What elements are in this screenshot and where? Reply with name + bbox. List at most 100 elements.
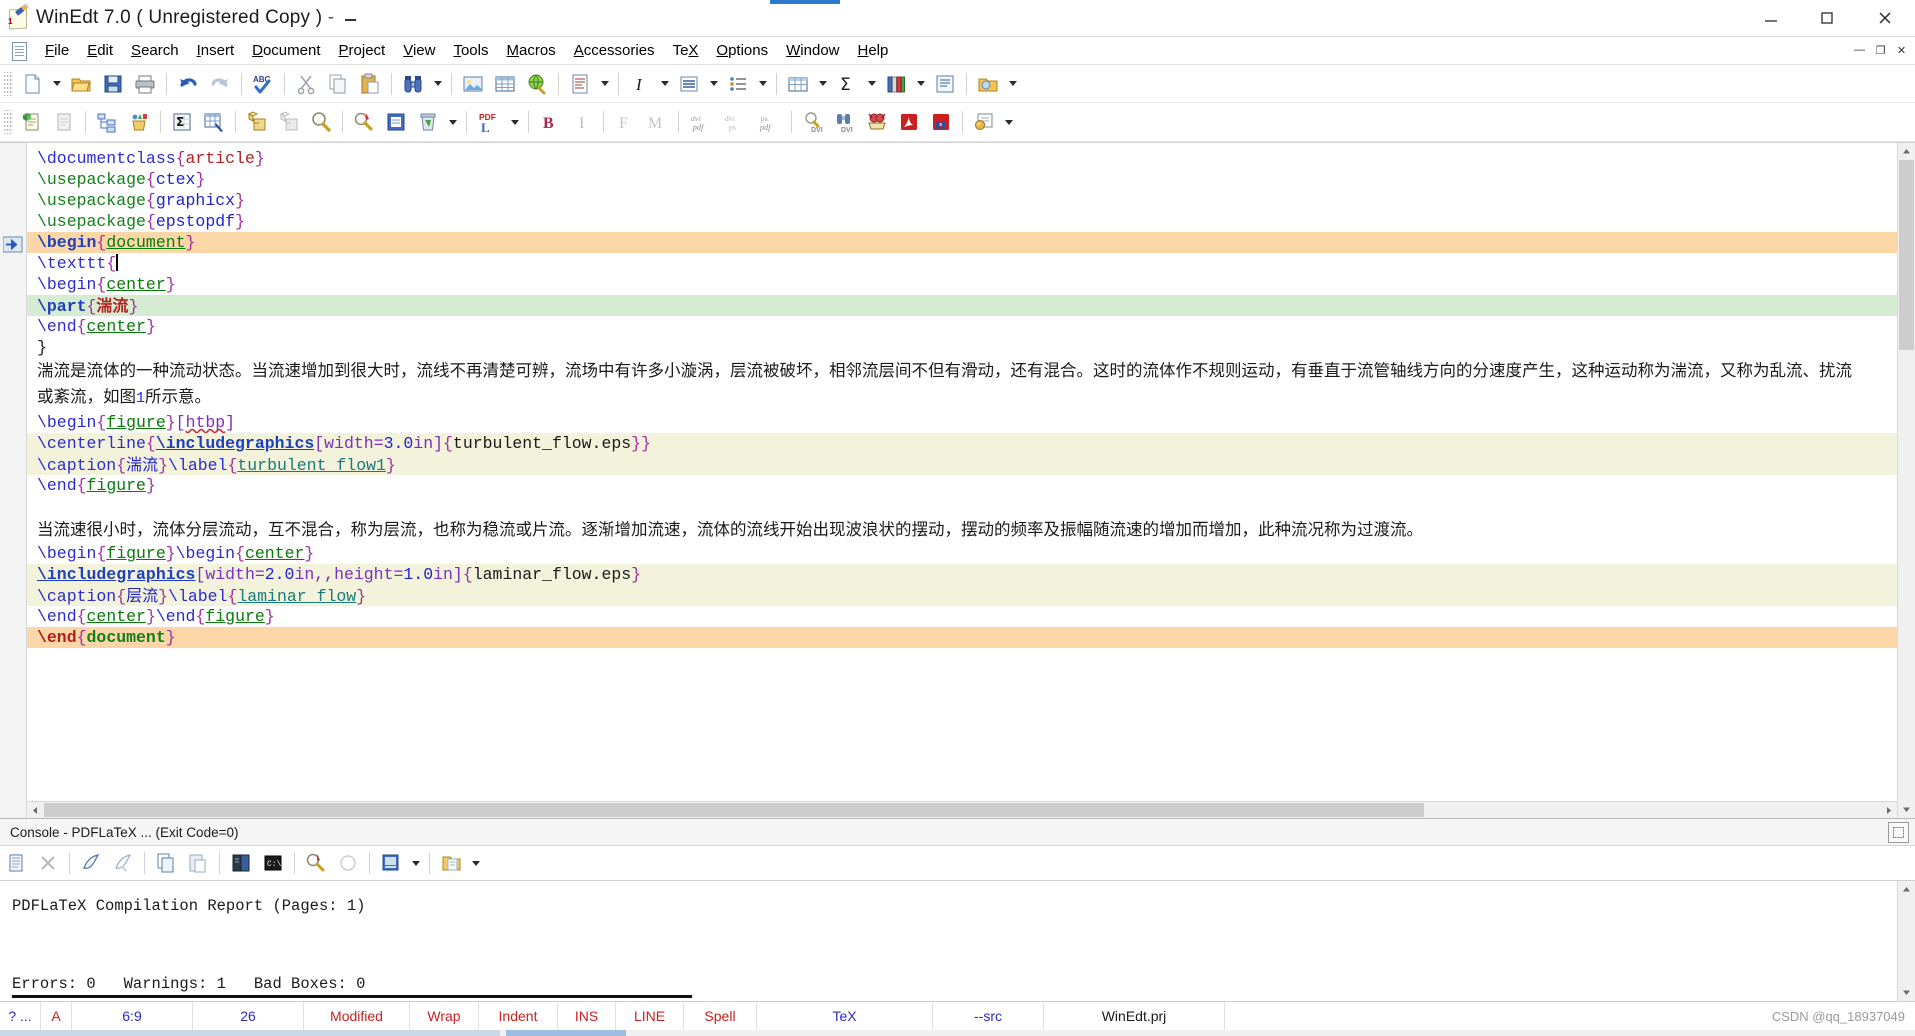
editor-hscrollbar[interactable] [27, 801, 1897, 818]
code-line[interactable]: \begin{center} [27, 274, 1897, 295]
menu-file[interactable]: File [36, 39, 78, 62]
mdi-restore-icon[interactable]: ❐ [1871, 41, 1890, 59]
status-src-flag[interactable]: --src [933, 1002, 1044, 1030]
cut-scissors-icon[interactable] [290, 69, 322, 99]
menu-view[interactable]: View [394, 39, 444, 62]
bullet-list-dropdown[interactable] [754, 69, 771, 99]
toolbar-grip[interactable] [4, 110, 13, 134]
menu-document[interactable]: Document [243, 39, 329, 62]
math-sigma-dropdown[interactable] [863, 69, 880, 99]
slideshow-icon[interactable] [968, 107, 1000, 137]
build-icon[interactable] [241, 107, 273, 137]
menu-project[interactable]: Project [330, 39, 395, 62]
console-vscroll-up-arrow[interactable] [1898, 881, 1915, 898]
console-output[interactable]: PDFLaTeX Compilation Report (Pages: 1) E… [0, 881, 1915, 1001]
trash-dropdown[interactable] [444, 107, 461, 137]
code-line[interactable]: \usepackage{graphicx} [27, 190, 1897, 211]
package-wizard-icon[interactable] [123, 107, 155, 137]
menu-accessories[interactable]: Accessories [565, 39, 664, 62]
bibtex-icon[interactable]: B [534, 107, 566, 137]
copy-icon[interactable] [322, 69, 354, 99]
italic-dropdown[interactable] [656, 69, 673, 99]
code-line[interactable]: \begin{figure}[htbp] [27, 412, 1897, 433]
editor-vscrollbar[interactable] [1897, 143, 1915, 818]
math-sigma-icon[interactable]: Σ [831, 69, 863, 99]
insert-image-icon[interactable] [457, 69, 489, 99]
console-close-icon[interactable] [1888, 822, 1909, 843]
console-copy-icon[interactable] [150, 848, 182, 878]
new-tex-document-icon[interactable] [16, 107, 48, 137]
trash-cleanup-icon[interactable] [412, 107, 444, 137]
inspect-error-icon[interactable] [348, 107, 380, 137]
console-paste-icon[interactable] [182, 848, 214, 878]
code-line[interactable]: } [27, 337, 1897, 358]
console-vscroll-down-arrow[interactable] [1898, 984, 1915, 1001]
close-icon[interactable] [1855, 0, 1915, 36]
tabular-icon[interactable] [782, 69, 814, 99]
code-line[interactable]: \begin{figure}\begin{center} [27, 543, 1897, 564]
vscroll-down-arrow[interactable] [1898, 801, 1915, 818]
vscroll-track[interactable] [1898, 160, 1915, 801]
console-error-jump-icon[interactable] [300, 848, 332, 878]
new-document-dropdown[interactable] [48, 69, 65, 99]
code-line[interactable]: \caption{湍流}\label{turbulent_flow1} [27, 454, 1897, 475]
maximize-icon[interactable] [1799, 0, 1855, 36]
dvi-to-pdf-icon[interactable]: dvi pdf [684, 107, 718, 137]
hscroll-left-arrow[interactable] [27, 802, 44, 818]
status-line-mode[interactable]: LINE [616, 1002, 684, 1030]
status-project[interactable]: WinEdt.prj [1044, 1002, 1225, 1030]
f-icon[interactable]: F [609, 107, 641, 137]
save-icon[interactable] [97, 69, 129, 99]
mdi-minimize-icon[interactable]: — [1850, 41, 1869, 59]
minimize-icon[interactable] [1743, 0, 1799, 36]
blank-line[interactable] [27, 496, 1897, 517]
status-mode-tex[interactable]: TeX [757, 1002, 933, 1030]
code-line[interactable]: \part{湍流} [27, 295, 1897, 316]
menu-edit[interactable]: Edit [78, 39, 122, 62]
spell-check-icon[interactable]: ABC [247, 69, 279, 99]
status-insert-mode[interactable]: INS [558, 1002, 616, 1030]
magnifier-icon[interactable] [305, 107, 337, 137]
paste-clipboard-icon[interactable] [354, 69, 386, 99]
open-project-folder-icon[interactable] [972, 69, 1004, 99]
hscroll-thumb[interactable] [44, 803, 1424, 817]
status-indent[interactable]: Indent [479, 1002, 558, 1030]
console-open-log-dropdown[interactable] [467, 848, 484, 878]
document-template-dropdown[interactable] [596, 69, 613, 99]
status-wrap[interactable]: Wrap [410, 1002, 479, 1030]
build-grey-icon[interactable] [273, 107, 305, 137]
toolbar-grip[interactable] [4, 71, 13, 96]
italic-icon[interactable]: I [624, 69, 656, 99]
console-stop-icon[interactable] [32, 848, 64, 878]
code-line[interactable]: \end{center} [27, 316, 1897, 337]
editor-text[interactable]: \documentclass{article} \usepackage{ctex… [27, 143, 1897, 818]
slideshow-dropdown[interactable] [1000, 107, 1017, 137]
menu-help[interactable]: Help [849, 39, 898, 62]
code-line[interactable]: \begin{document} [27, 232, 1897, 253]
chinese-paragraph-1[interactable]: 湍流是流体的一种流动状态。当流速增加到很大时，流线不再清楚可辨，流场中有许多小漩… [27, 358, 1897, 412]
acrobat-pdf-icon[interactable] [893, 107, 925, 137]
console-dos-window-icon[interactable]: C:\ [257, 848, 289, 878]
code-line[interactable]: \caption{层流}\label{laminar_flow} [27, 585, 1897, 606]
code-line[interactable]: \end{document} [27, 627, 1897, 648]
code-line[interactable]: \includegraphics[width=2.0in,,height=1.0… [27, 564, 1897, 585]
editor-gutter[interactable] [0, 143, 27, 818]
makeindex-icon[interactable]: I [566, 107, 598, 137]
insert-hyperlink-globe-icon[interactable] [521, 69, 553, 99]
preview-dvi-icon[interactable]: DVI [797, 107, 829, 137]
tabular-dropdown[interactable] [814, 69, 831, 99]
document-template-icon[interactable] [564, 69, 596, 99]
menu-window[interactable]: Window [777, 39, 848, 62]
ghostview-icon[interactable] [861, 107, 893, 137]
code-line[interactable]: \centerline{\includegraphics[width=3.0in… [27, 433, 1897, 454]
console-highlight-icon[interactable] [107, 848, 139, 878]
insert-table-icon[interactable] [489, 69, 521, 99]
code-line[interactable]: \usepackage{ctex} [27, 169, 1897, 190]
console-open-log-icon[interactable] [435, 848, 467, 878]
mdi-close-icon[interactable]: ✕ [1892, 41, 1911, 59]
sigma-matrix-icon[interactable]: Σ [166, 107, 198, 137]
ps-to-pdf-icon[interactable]: ps pdf [752, 107, 786, 137]
status-help[interactable]: ? ... [0, 1002, 41, 1030]
menu-tex[interactable]: TeX [664, 39, 708, 62]
code-line[interactable]: \texttt{ [27, 253, 1897, 274]
